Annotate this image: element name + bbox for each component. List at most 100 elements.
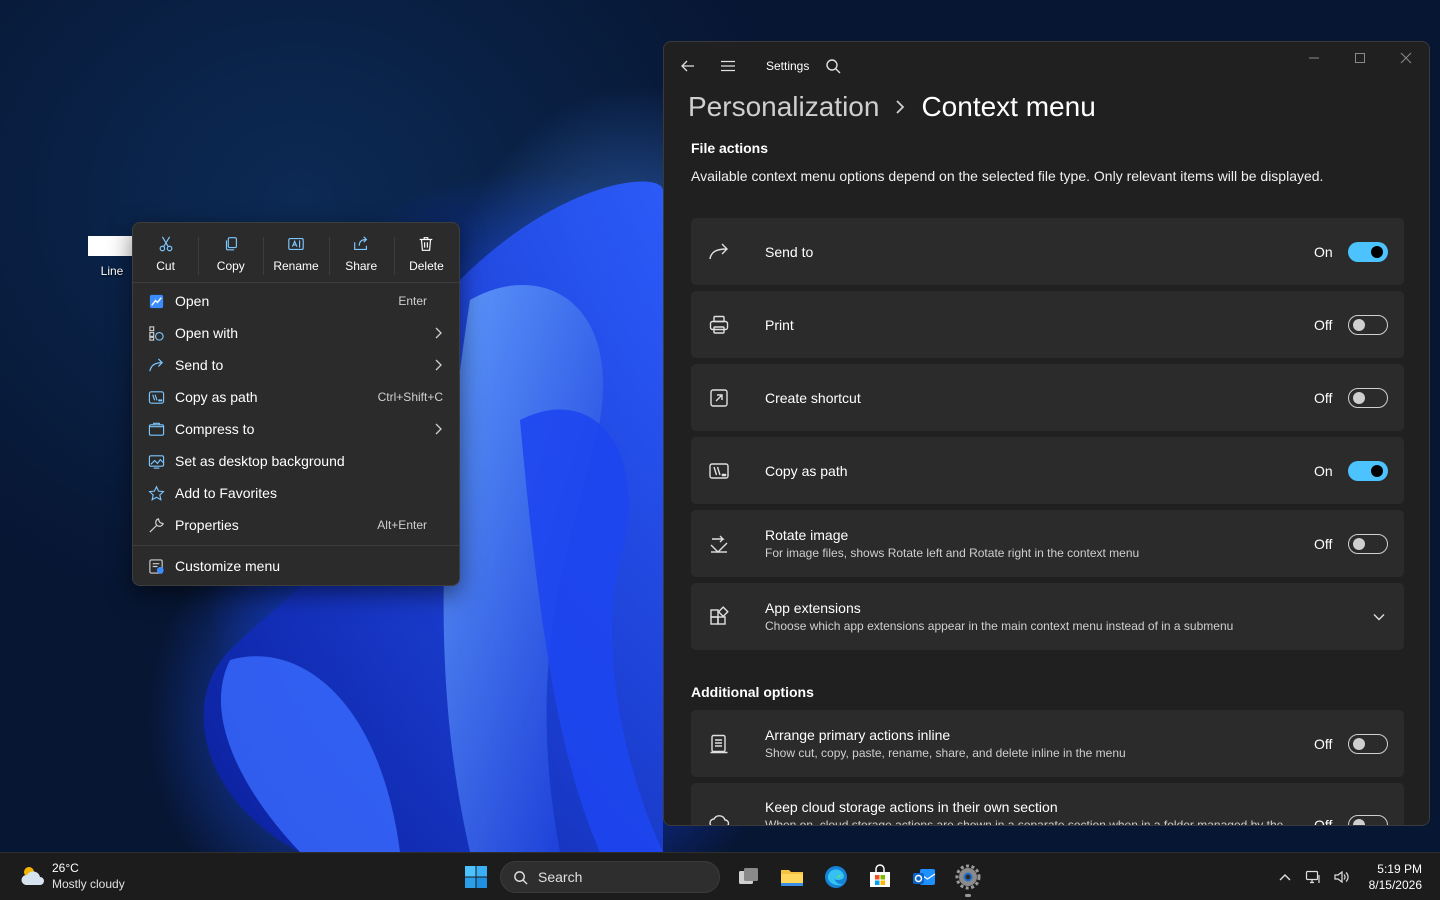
send-to-icon: [147, 356, 165, 374]
toggle-knob: [1353, 318, 1365, 331]
weather-description: Mostly cloudy: [52, 877, 125, 891]
menu-item-shortcut: Enter: [398, 294, 427, 308]
setting-title: Keep cloud storage actions in their own …: [765, 799, 1058, 815]
clock-time: 5:19 PM: [1377, 862, 1422, 876]
clock-date: 8/15/2026: [1368, 878, 1422, 892]
rotate-icon: [707, 532, 731, 556]
toggle-knob: [1353, 537, 1365, 550]
close-button[interactable]: [1383, 42, 1429, 74]
setting-card-send-to[interactable]: Send to On: [691, 218, 1404, 285]
delete-button[interactable]: Delete: [393, 229, 459, 282]
copy-button[interactable]: Copy: [198, 229, 263, 282]
setting-title: App extensions: [765, 600, 861, 616]
maximize-button[interactable]: [1337, 42, 1383, 74]
clock[interactable]: 5:19 PM 8/15/2026: [1369, 861, 1422, 893]
toggle-state-label: On: [1314, 243, 1333, 260]
menu-item-send-to[interactable]: Send to: [133, 349, 459, 381]
menu-item-open-with[interactable]: Open with: [133, 317, 459, 349]
folder-icon: [781, 870, 803, 886]
settings-app-button[interactable]: [948, 857, 988, 897]
menu-item-properties[interactable]: Properties Alt+Enter: [133, 509, 459, 541]
section-description: Available context menu options depend on…: [691, 168, 1324, 184]
breadcrumb-parent[interactable]: Personalization: [688, 91, 879, 123]
setting-card-create-shortcut[interactable]: Create shortcut Off: [691, 364, 1404, 431]
menu-item-copy-as-path[interactable]: Copy as path Ctrl+Shift+C: [133, 381, 459, 413]
back-button[interactable]: [668, 42, 708, 90]
share-icon: [354, 236, 368, 250]
extensions-icon: [707, 605, 731, 629]
toggle-state-label: Off: [1314, 735, 1333, 752]
weather-widget[interactable]: 26°C Mostly cloudy: [18, 861, 125, 891]
menu-item-add-to-favorites[interactable]: Add to Favorites: [133, 477, 459, 509]
menu-item-label: Open: [175, 293, 210, 309]
network-icon: [1305, 870, 1320, 884]
minimize-button[interactable]: [1291, 42, 1337, 74]
menu-item-set-desktop-background[interactable]: Set as desktop background: [133, 445, 459, 477]
weather-temperature: 26°C: [52, 861, 79, 875]
menu-item-label: Properties: [175, 517, 239, 533]
desktop-file[interactable]: Line: [86, 236, 138, 278]
chevron-down-icon[interactable]: [1372, 610, 1386, 624]
toggle-state-label: On: [1314, 462, 1333, 479]
setting-title: Create shortcut: [765, 389, 861, 406]
menu-item-label: Open with: [175, 325, 239, 341]
nav-menu-button[interactable]: [708, 42, 748, 90]
setting-card-copy-as-path[interactable]: Copy as path On: [691, 437, 1404, 504]
open-icon: [147, 292, 165, 310]
arrange-inline-toggle[interactable]: [1348, 733, 1388, 754]
copy-icon: [225, 237, 237, 251]
menu-item-shortcut: Ctrl+Shift+C: [377, 390, 443, 404]
rotate-image-toggle[interactable]: [1348, 533, 1388, 554]
create-shortcut-toggle[interactable]: [1348, 387, 1388, 408]
rename-button[interactable]: Rename: [263, 229, 328, 282]
cut-button[interactable]: Cut: [133, 229, 198, 282]
compress-icon: [147, 420, 165, 438]
copy-as-path-toggle[interactable]: [1348, 460, 1388, 481]
maximize-icon: [1355, 53, 1365, 63]
setting-card-cloud-storage[interactable]: Keep cloud storage actions in their own …: [691, 783, 1404, 826]
app-title: Settings: [766, 59, 810, 73]
close-icon: [1400, 52, 1412, 64]
setting-card-print[interactable]: Print Off: [691, 291, 1404, 358]
mail-icon: [913, 869, 936, 885]
send-to-toggle[interactable]: [1348, 241, 1388, 262]
chevron-right-icon: [435, 423, 442, 435]
cut-label: Cut: [156, 259, 175, 273]
settings-search-button[interactable]: [819, 42, 847, 90]
setting-title: Send to: [765, 243, 814, 260]
menu-item-label: Compress to: [175, 421, 255, 437]
setting-subtitle: When on, cloud storage actions are shown…: [765, 818, 1284, 826]
microsoft-store-button[interactable]: [860, 857, 900, 897]
cloud-storage-toggle[interactable]: [1348, 815, 1388, 825]
network-button[interactable]: [1299, 853, 1327, 900]
menu-item-open[interactable]: Open Enter: [133, 285, 459, 317]
menu-separator: [133, 545, 459, 546]
chevron-right-icon: [896, 100, 905, 114]
file-actions-list: Send to On Print Off Create shortcut Off…: [691, 218, 1404, 656]
settings-window: Settings Personalization Context menu Fi…: [663, 41, 1430, 826]
store-icon: [870, 864, 890, 887]
cloud-icon: [707, 809, 731, 825]
setting-card-app-extensions[interactable]: App extensions Choose which app extensio…: [691, 583, 1404, 650]
file-explorer-button[interactable]: [772, 857, 812, 897]
setting-title: Arrange primary actions inline: [765, 727, 951, 743]
setting-card-arrange-inline[interactable]: Arrange primary actions inline Show cut,…: [691, 710, 1404, 777]
system-tray: 5:19 PM 8/15/2026: [1271, 853, 1422, 900]
outlook-button[interactable]: [904, 857, 944, 897]
task-view-button[interactable]: [728, 857, 768, 897]
start-button[interactable]: [456, 857, 496, 897]
volume-button[interactable]: [1327, 853, 1355, 900]
edge-browser-button[interactable]: [816, 857, 856, 897]
taskbar-search[interactable]: Search: [500, 861, 720, 893]
search-icon: [826, 59, 841, 74]
menu-item-customize-menu[interactable]: Customize menu: [133, 550, 459, 582]
share-button[interactable]: Share: [328, 229, 394, 282]
toggle-state-label: Off: [1314, 817, 1333, 826]
setting-card-rotate-image[interactable]: Rotate image For image files, shows Rota…: [691, 510, 1404, 577]
star-icon: [147, 484, 165, 502]
shortcut-icon: [707, 386, 731, 410]
print-toggle[interactable]: [1348, 314, 1388, 335]
page-title: Context menu: [921, 91, 1096, 122]
menu-item-compress-to[interactable]: Compress to: [133, 413, 459, 445]
show-hidden-icons-button[interactable]: [1271, 853, 1299, 900]
